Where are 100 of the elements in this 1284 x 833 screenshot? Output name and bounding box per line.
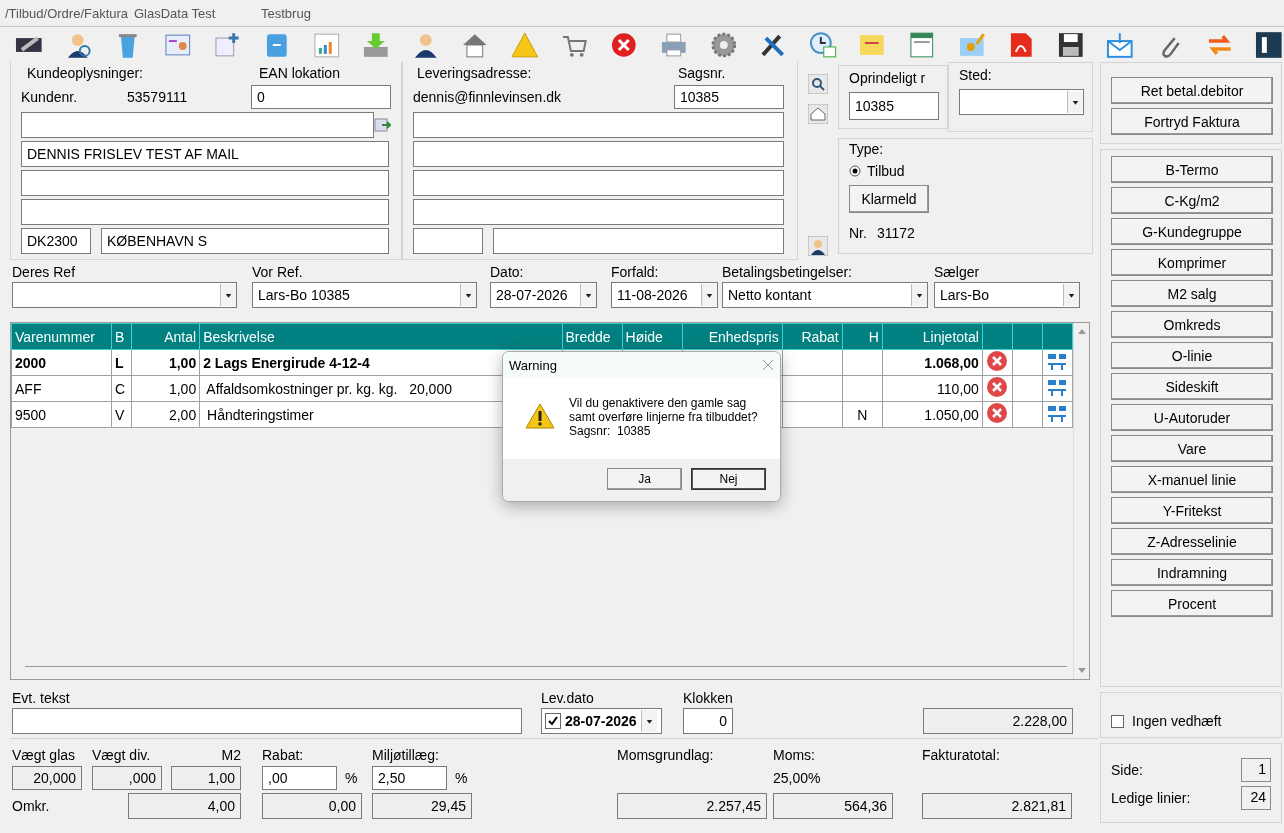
readonly-field[interactable]: 564,36 (773, 793, 893, 819)
readonly-field[interactable]: 20,000 (12, 766, 82, 790)
dialog-button[interactable]: Nej (691, 468, 766, 490)
checkbox[interactable] (545, 713, 561, 729)
input-field[interactable]: 2,50 (372, 766, 447, 790)
line-type-button[interactable]: Omkreds (1111, 311, 1273, 338)
input-field[interactable] (493, 228, 784, 254)
input-field[interactable] (21, 112, 374, 138)
readonly-field[interactable]: 1,00 (171, 766, 241, 790)
line-type-button[interactable]: C-Kg/m2 (1111, 187, 1273, 214)
input-field[interactable] (413, 141, 784, 167)
dialog-button[interactable]: Ja (607, 468, 682, 490)
column-header[interactable]: Varenummer (11, 323, 112, 350)
dialog-title: Warning (509, 357, 557, 373)
caret-icon[interactable] (1067, 91, 1083, 113)
hierarchy-icon[interactable] (1046, 377, 1069, 397)
search-icon[interactable] (808, 74, 828, 94)
input-field[interactable]: KØBENHAVN S (101, 228, 389, 254)
line-type-button[interactable]: Komprimer (1111, 249, 1273, 276)
caret-icon[interactable] (911, 284, 927, 306)
close-icon[interactable] (762, 359, 774, 371)
dropdown-field[interactable] (959, 89, 1084, 115)
input-field[interactable] (413, 199, 784, 225)
scrollbar[interactable] (1073, 323, 1089, 679)
house-icon[interactable] (808, 104, 828, 124)
hierarchy-icon[interactable] (1046, 403, 1069, 423)
input-field[interactable]: 10385 (674, 85, 784, 109)
field-label: Ledige linier: (1111, 790, 1191, 806)
clock-icon[interactable] (807, 29, 838, 60)
input-field[interactable]: 0 (683, 708, 733, 734)
input-field[interactable] (12, 708, 522, 734)
line-type-button[interactable]: O-linie (1111, 342, 1273, 369)
hierarchy-icon[interactable] (1046, 351, 1069, 371)
dropdown-field[interactable]: 11-08-2026 (611, 282, 718, 308)
table-cell: 1.050,00 (882, 401, 983, 428)
caret-icon[interactable] (640, 710, 657, 732)
unit-label: % (345, 770, 358, 786)
delete-icon[interactable] (986, 376, 1009, 398)
caret-icon[interactable] (220, 284, 236, 306)
caret-icon[interactable] (580, 284, 596, 306)
line-type-button[interactable]: Sideskift (1111, 373, 1273, 400)
column-header[interactable]: Enhedspris (682, 323, 783, 350)
line-type-button[interactable]: X-manuel linie (1111, 466, 1273, 493)
line-type-button[interactable]: U-Autoruder (1111, 404, 1273, 431)
date-field[interactable]: 28-07-2026 (541, 708, 662, 734)
action-button[interactable]: Fortryd Faktura (1111, 108, 1273, 135)
field-label: Miljøtillæg: (372, 747, 439, 763)
radio-button[interactable] (849, 165, 861, 177)
column-header[interactable]: B (111, 323, 132, 350)
action-button[interactable]: Ret betal.debitor (1111, 77, 1273, 104)
line-type-button[interactable]: Z-Adresselinie (1111, 528, 1273, 555)
input-field[interactable] (413, 112, 784, 138)
line-type-button[interactable]: M2 salg (1111, 280, 1273, 307)
input-field[interactable] (413, 170, 784, 196)
delete-icon[interactable] (986, 402, 1009, 424)
user-name: Testbrug (261, 5, 312, 21)
dropdown-field[interactable]: Lars-Bo 10385 (252, 282, 477, 308)
readonly-field[interactable]: 0,00 (262, 793, 362, 819)
input-field[interactable] (21, 199, 389, 225)
dropdown-field[interactable]: 28-07-2026 (490, 282, 597, 308)
line-type-button[interactable]: Vare (1111, 435, 1273, 462)
input-field[interactable]: ,00 (262, 766, 337, 790)
approve-button[interactable]: Klarmeld (849, 185, 929, 213)
input-field[interactable]: 0 (251, 85, 391, 109)
column-header[interactable]: Beskrivelse (199, 323, 562, 350)
readonly-field[interactable]: 2.821,81 (922, 793, 1072, 819)
column-header[interactable]: Rabat (782, 323, 843, 350)
input-field[interactable] (21, 170, 389, 196)
column-header[interactable]: Høide (622, 323, 683, 350)
line-type-button[interactable]: B-Termo (1111, 156, 1273, 183)
column-header[interactable]: Antal (131, 323, 200, 350)
column-header[interactable]: H (842, 323, 883, 350)
input-field[interactable] (413, 228, 483, 254)
column-header[interactable]: Bredde (562, 323, 623, 350)
dropdown-field[interactable]: Lars-Bo (934, 282, 1080, 308)
line-type-button[interactable]: Procent (1111, 590, 1273, 617)
input-field[interactable]: DK2300 (21, 228, 91, 254)
caret-icon[interactable] (1063, 284, 1079, 306)
subtotal-field[interactable]: 2.228,00 (923, 708, 1073, 734)
person-icon[interactable] (808, 236, 828, 256)
input-field[interactable]: DENNIS FRISLEV TEST AF MAIL (21, 141, 389, 167)
readonly-field[interactable]: 2.257,45 (617, 793, 767, 819)
column-header[interactable]: Linjetotal (882, 323, 983, 350)
scroll-up-icon[interactable] (1076, 327, 1087, 335)
dropdown-field[interactable] (12, 282, 237, 308)
readonly-field[interactable]: 29,45 (372, 793, 472, 819)
caret-icon[interactable] (460, 284, 476, 306)
dropdown-field[interactable]: Netto kontant (722, 282, 928, 308)
field-label: Betalingsbetingelser: (722, 264, 853, 280)
readonly-field[interactable]: ,000 (92, 766, 162, 790)
line-type-button[interactable]: Indramning (1111, 559, 1273, 586)
scroll-down-icon[interactable] (1076, 667, 1087, 675)
checkbox[interactable] (1111, 714, 1124, 728)
input-field[interactable]: 10385 (849, 92, 939, 120)
copy-arrow-icon[interactable] (373, 115, 393, 135)
line-type-button[interactable]: G-Kundegruppe (1111, 218, 1273, 245)
caret-icon[interactable] (701, 284, 717, 306)
delete-icon[interactable] (986, 350, 1009, 372)
line-type-button[interactable]: Y-Fritekst (1111, 497, 1273, 524)
readonly-field[interactable]: 4,00 (128, 793, 241, 819)
